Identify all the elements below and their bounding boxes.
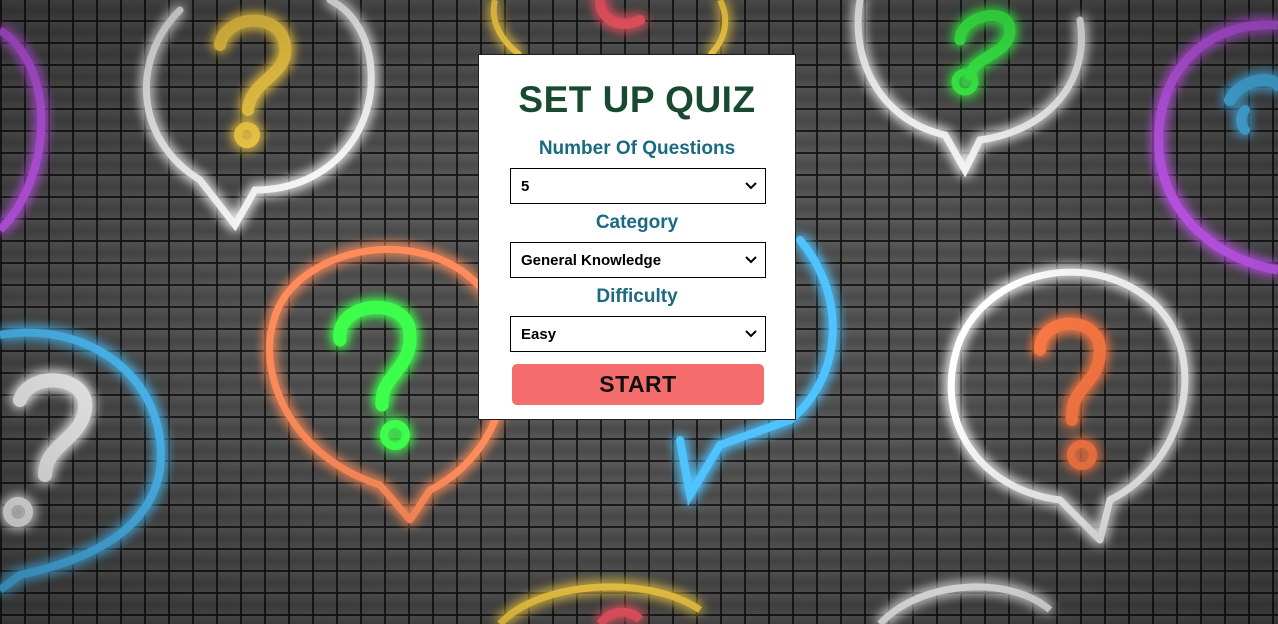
start-button[interactable]: START — [512, 364, 764, 405]
quiz-setup-card: SET UP QUIZ Number Of Questions 5 Catego… — [478, 54, 796, 420]
difficulty-label: Difficulty — [596, 286, 678, 307]
category-select[interactable]: General Knowledge — [510, 242, 766, 278]
difficulty-select-value: Easy — [521, 325, 557, 343]
category-label: Category — [595, 212, 679, 233]
category-select-value: General Knowledge — [521, 251, 662, 269]
chevron-down-icon — [745, 330, 757, 338]
questions-select[interactable]: 5 — [510, 168, 766, 204]
chevron-down-icon — [745, 256, 757, 264]
chevron-down-icon — [745, 182, 757, 190]
questions-select-value: 5 — [521, 177, 530, 195]
difficulty-select[interactable]: Easy — [510, 316, 766, 352]
page-title: SET UP QUIZ — [518, 79, 756, 120]
questions-label: Number Of Questions — [538, 138, 736, 159]
